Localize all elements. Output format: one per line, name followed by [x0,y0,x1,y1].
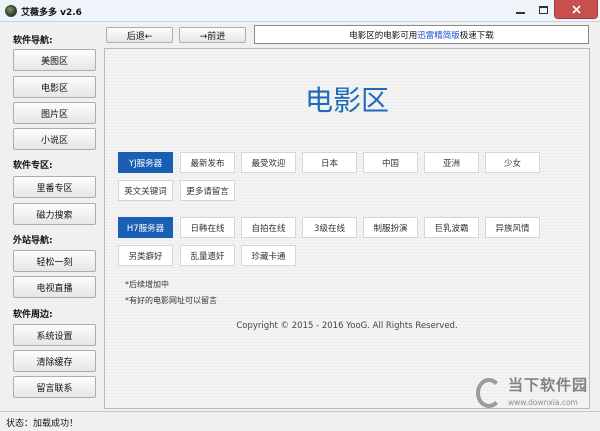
minimize-icon [515,12,525,14]
tag-uniform[interactable]: 制服扮演 [363,217,418,238]
content-panel: 电影区 YJ服务器 最新发布 最受欢迎 日本 中国 亚洲 少女 英文关键词 更多… [104,48,590,409]
note-coming-soon: *后续增加中 [125,280,169,289]
page-title: 电影区 [304,84,389,117]
notice-suffix: 极速下载 [459,30,494,41]
sidebar-heading-software-nav: 软件导航: [13,36,53,46]
watermark-logo-icon [476,378,502,408]
close-button[interactable] [554,0,598,19]
minimize-button[interactable] [508,0,532,19]
sidebar-heading-special: 软件专区: [13,161,53,171]
close-icon [571,4,581,14]
back-button[interactable]: 后退← [106,27,173,43]
tag-more-message[interactable]: 更多请留言 [180,180,235,201]
sidebar-heading-extras: 软件周边: [13,310,53,320]
maximize-button[interactable] [532,0,554,19]
tag-misc[interactable]: 乱量遗奸 [180,245,235,266]
tag-yj-server[interactable]: YJ服务器 [118,152,173,173]
sidebar-item-relax[interactable]: 轻松一刻 [13,250,96,272]
maximize-icon [538,5,548,14]
tag-h7-server[interactable]: H7服务器 [118,217,173,238]
tag-asia[interactable]: 亚洲 [424,152,479,173]
sidebar-item-contact[interactable]: 留言联系 [13,376,96,398]
status-text: 状态：加载成功！ [6,419,79,429]
tag-china[interactable]: 中国 [363,152,418,173]
sidebar-item-settings[interactable]: 系统设置 [13,324,96,346]
watermark: 当下软件园 www.downxia.com [476,374,591,412]
status-bar: 状态：加载成功！ [0,411,600,431]
sidebar-item-pictures[interactable]: 图片区 [13,102,96,124]
tag-english-keywords[interactable]: 英文关键词 [118,180,173,201]
tag-selfie-online[interactable]: 自拍在线 [241,217,296,238]
watermark-url: www.downxia.com [508,398,578,407]
notice-bar: 电影区的电影可用 迅雷精简版 极速下载 [254,25,589,44]
watermark-brand: 当下软件园 [508,376,589,394]
thunder-download-link[interactable]: 迅雷精简版 [417,29,460,41]
tag-other-fetish[interactable]: 另类癖好 [118,245,173,266]
tag-busty[interactable]: 巨乳波霸 [424,217,479,238]
sidebar-item-novels[interactable]: 小说区 [13,128,96,150]
notice-prefix: 电影区的电影可用 [349,30,418,41]
sidebar-item-tv-live[interactable]: 电视直播 [13,276,96,298]
tag-girl[interactable]: 少女 [485,152,540,173]
sidebar-heading-external: 外站导航: [13,236,53,246]
app-logo-icon [5,5,17,17]
note-leave-message: *有好的电影网址可以留言 [125,296,217,305]
sidebar: 软件导航: 美图区 电影区 图片区 小说区 软件专区: 里番专区 磁力搜索 外站… [0,23,104,410]
window-title: 艾薇多多 v2.6 [21,8,82,18]
tag-exotic[interactable]: 异族风情 [485,217,540,238]
tag-japan[interactable]: 日本 [302,152,357,173]
sidebar-item-magnet-search[interactable]: 磁力搜索 [13,203,96,225]
forward-button[interactable]: →前进 [179,27,246,43]
title-bar: 艾薇多多 v2.6 [0,0,600,22]
sidebar-item-movies[interactable]: 电影区 [13,76,96,98]
tag-cartoon[interactable]: 珍藏卡通 [241,245,296,266]
tag-latest[interactable]: 最新发布 [180,152,235,173]
tag-level3-online[interactable]: 3级在线 [302,217,357,238]
copyright-text: Copyright © 2015 - 2016 YooG. All Rights… [236,321,458,331]
tag-jk-online[interactable]: 日韩在线 [180,217,235,238]
tag-popular[interactable]: 最受欢迎 [241,152,296,173]
sidebar-item-special-zone[interactable]: 里番专区 [13,176,96,198]
sidebar-item-beauty[interactable]: 美图区 [13,49,96,71]
sidebar-item-clear-cache[interactable]: 清除缓存 [13,350,96,372]
